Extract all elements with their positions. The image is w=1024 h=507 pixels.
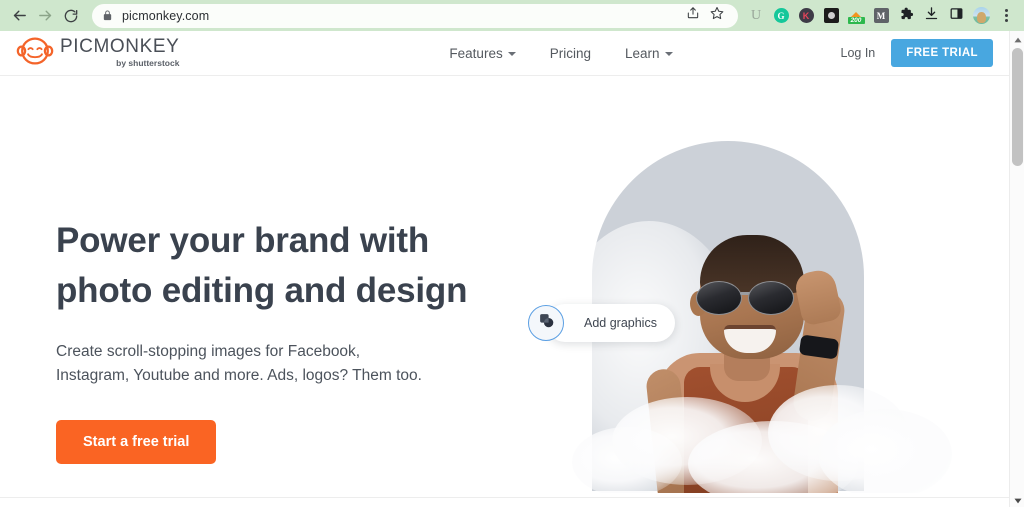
hero-subtitle: Create scroll-stopping images for Facebo…	[56, 340, 486, 388]
add-graphics-chip[interactable]: Add graphics	[528, 304, 675, 342]
extensions-puzzle-icon	[899, 6, 914, 26]
nav-item-learn[interactable]: Learn	[625, 46, 673, 61]
extension-m[interactable]: M	[869, 3, 893, 29]
back-button[interactable]	[6, 3, 32, 29]
add-graphics-label: Add graphics	[584, 316, 657, 330]
side-panel-icon	[949, 6, 964, 26]
chevron-down-icon	[664, 52, 673, 56]
extension-grammarly-icon: G	[773, 8, 789, 23]
extension-badge-count: 200	[847, 17, 865, 24]
hero-subtitle-line2: Instagram, Youtube and more. Ads, logos?…	[56, 367, 422, 384]
page-viewport: PICMONKEY by shutterstock Features Prici…	[0, 31, 1024, 507]
scroll-down-arrow-icon	[1013, 491, 1022, 507]
hero-copy: Power your brand with photo editing and …	[56, 216, 486, 464]
login-link[interactable]: Log In	[841, 46, 876, 60]
hero-subtitle-line1: Create scroll-stopping images for Facebo…	[56, 343, 361, 360]
extension-dark-square-icon	[823, 8, 839, 23]
address-bar-url: picmonkey.com	[122, 8, 210, 23]
extension-u-icon: U	[750, 7, 762, 23]
scroll-down-button[interactable]	[1010, 492, 1024, 507]
forward-arrow-icon	[37, 7, 54, 24]
nav-label-features: Features	[449, 45, 503, 61]
scroll-up-button[interactable]	[1010, 31, 1024, 46]
nav-item-pricing[interactable]: Pricing	[550, 46, 591, 61]
brand-name: PICMONKEY	[60, 35, 180, 57]
extension-u[interactable]: U	[744, 3, 768, 29]
extension-grammarly[interactable]: G	[769, 3, 793, 29]
brand-logo[interactable]: PICMONKEY by shutterstock	[16, 35, 180, 70]
extension-dark-square[interactable]	[819, 3, 843, 29]
reload-icon	[63, 8, 79, 24]
omnibox-actions	[674, 5, 728, 27]
extension-badge-200[interactable]: 200	[844, 3, 868, 29]
photo-bottom-mask	[512, 493, 952, 507]
side-panel-button[interactable]	[944, 3, 968, 29]
downloads-icon	[924, 6, 939, 26]
downloads-button[interactable]	[919, 3, 943, 29]
scroll-up-arrow-icon	[1013, 31, 1022, 48]
kebab-menu-icon	[1004, 9, 1008, 22]
hero-section: Power your brand with photo editing and …	[0, 76, 1009, 507]
extensions-tray: U G K 200 M	[744, 3, 1018, 29]
browser-toolbar: picmonkey.com U G K 200 M	[0, 0, 1024, 31]
browser-menu-button[interactable]	[994, 3, 1018, 29]
start-free-trial-button[interactable]: Start a free trial	[56, 420, 217, 464]
hero-title-line1: Power your brand with	[56, 221, 430, 260]
site-header: PICMONKEY by shutterstock Features Prici…	[0, 31, 1009, 76]
avatar-icon	[972, 7, 990, 24]
reload-button[interactable]	[58, 3, 84, 29]
cloud-effect	[818, 409, 952, 499]
monkey-logo-icon	[16, 36, 54, 70]
profile-avatar[interactable]	[969, 3, 993, 29]
nav-label-learn: Learn	[624, 45, 660, 61]
share-icon	[686, 6, 700, 25]
scrollbar-thumb[interactable]	[1012, 48, 1023, 166]
add-graphics-badge	[528, 305, 564, 341]
extension-badge-200-icon: 200	[847, 7, 865, 24]
add-graphics-icon	[538, 312, 555, 334]
bookmark-button[interactable]	[706, 5, 728, 27]
extension-k[interactable]: K	[794, 3, 818, 29]
header-actions: Log In FREE TRIAL	[841, 39, 993, 67]
add-graphics-pill: Add graphics	[546, 304, 675, 342]
extension-k-icon: K	[798, 8, 814, 23]
extensions-button[interactable]	[894, 3, 918, 29]
share-button[interactable]	[682, 5, 704, 27]
page-scrollbar[interactable]	[1009, 31, 1024, 507]
main-navigation: Features Pricing Learn	[449, 45, 673, 61]
hero-title-line2: photo editing and design	[56, 271, 468, 310]
nav-item-features[interactable]: Features	[449, 45, 516, 61]
forward-button[interactable]	[32, 3, 58, 29]
star-icon	[710, 6, 724, 25]
back-arrow-icon	[11, 7, 28, 24]
chevron-down-icon	[507, 52, 516, 56]
nav-label-pricing: Pricing	[549, 45, 591, 61]
extension-m-icon: M	[873, 8, 889, 23]
hero-title: Power your brand with photo editing and …	[56, 216, 486, 316]
address-bar[interactable]: picmonkey.com	[92, 3, 738, 28]
free-trial-button[interactable]: FREE TRIAL	[891, 39, 993, 67]
section-divider	[0, 497, 1009, 498]
brand-tagline: by shutterstock	[116, 57, 180, 68]
lock-icon	[102, 10, 113, 21]
